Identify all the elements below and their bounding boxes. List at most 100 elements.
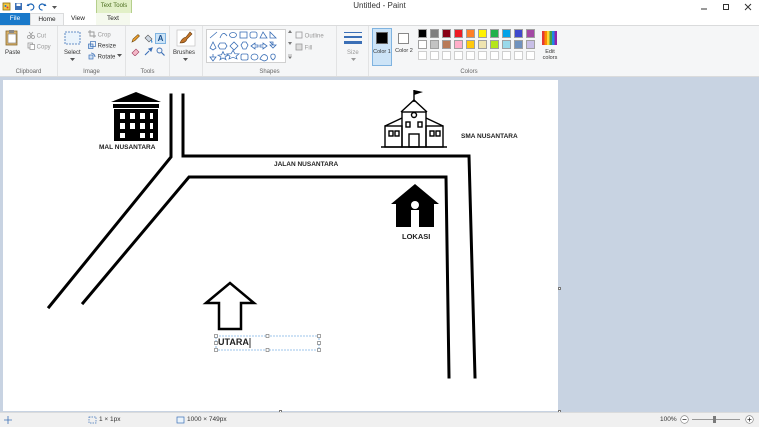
palette-swatch[interactable] — [478, 29, 487, 38]
palette-swatch[interactable] — [454, 40, 463, 49]
palette-swatch[interactable] — [466, 40, 475, 49]
eraser-tool[interactable] — [131, 47, 140, 58]
tab-file[interactable]: File — [0, 13, 30, 25]
palette-swatch[interactable] — [526, 29, 535, 38]
palette-swatch[interactable] — [502, 29, 511, 38]
zoom-level: 100% — [660, 416, 677, 423]
palette-swatch[interactable] — [454, 29, 463, 38]
zoom-out-button[interactable] — [680, 415, 689, 426]
close-button[interactable] — [737, 0, 759, 13]
tab-text[interactable]: Text — [96, 13, 130, 25]
road-line-outer — [181, 93, 477, 379]
outline-button[interactable]: Outline — [295, 31, 324, 41]
zoom-in-button[interactable] — [745, 415, 754, 426]
copy-icon — [27, 42, 35, 52]
brushes-dropdown-icon[interactable] — [183, 58, 188, 64]
text-tool[interactable]: A — [155, 33, 166, 44]
edit-colors-label[interactable]: Edit colors — [539, 49, 561, 61]
palette-swatch[interactable] — [478, 51, 487, 60]
size-label[interactable]: Size — [347, 50, 359, 56]
palette-swatch[interactable] — [466, 29, 475, 38]
palette-swatch[interactable] — [430, 29, 439, 38]
color1-button[interactable]: Color 1 — [372, 28, 392, 66]
brushes-button[interactable] — [176, 29, 196, 49]
shapes-scroll-down[interactable] — [288, 42, 292, 48]
size-button[interactable] — [344, 31, 362, 49]
select-dropdown-icon[interactable] — [70, 58, 75, 64]
drawing-canvas[interactable]: MAL NUSANTARA SMA NUSANTARA JALAN NUSANT… — [3, 80, 558, 411]
palette-swatch[interactable] — [442, 29, 451, 38]
maximize-button[interactable] — [715, 0, 737, 13]
palette-swatch[interactable] — [490, 40, 499, 49]
canvas-resize-handle-right[interactable] — [558, 287, 561, 290]
palette-swatch[interactable] — [502, 51, 511, 60]
eraser-icon — [131, 48, 140, 57]
palette-swatch[interactable] — [502, 40, 511, 49]
shapes-gallery[interactable] — [206, 29, 286, 63]
palette-swatch[interactable] — [526, 40, 535, 49]
copy-label: Copy — [36, 44, 51, 51]
palette-swatch[interactable] — [442, 51, 451, 60]
image-group: Select Crop Resize Rotate Image — [58, 26, 126, 76]
clipboard-group-label: Clipboard — [15, 69, 42, 75]
north-arrow-icon — [202, 281, 258, 331]
select-label[interactable]: Select — [64, 50, 81, 56]
palette-swatch[interactable] — [466, 51, 475, 60]
palette-swatch[interactable] — [490, 29, 499, 38]
tab-home[interactable]: Home — [30, 13, 64, 25]
shapes-scroll-up[interactable] — [288, 30, 292, 36]
copy-button[interactable]: Copy — [27, 42, 51, 52]
paste-icon — [5, 30, 18, 46]
zoom-slider[interactable] — [692, 419, 740, 420]
palette-swatch[interactable] — [514, 29, 523, 38]
resize-button[interactable]: Resize — [88, 41, 116, 51]
line-size-icon — [344, 32, 362, 44]
palette-swatch[interactable] — [418, 51, 427, 60]
paste-button[interactable] — [5, 29, 19, 49]
image-group-label: Image — [83, 69, 100, 75]
select-button[interactable] — [64, 31, 81, 47]
palette-swatch[interactable] — [454, 51, 463, 60]
size-dropdown-icon[interactable] — [351, 58, 356, 64]
paste-label[interactable]: Paste — [5, 50, 20, 56]
outline-label: Outline — [304, 33, 324, 40]
color2-button[interactable]: Color 2 — [395, 28, 413, 66]
colors-group: Color 1 Color 2 Edit colors Colors — [369, 26, 569, 76]
crop-button[interactable]: Crop — [88, 30, 111, 40]
north-label[interactable]: UTARA — [218, 337, 249, 347]
palette-swatch[interactable] — [442, 40, 451, 49]
tools-group-label: Tools — [140, 69, 155, 75]
selection-size-icon — [88, 416, 97, 426]
palette-swatch[interactable] — [514, 40, 523, 49]
ribbon-tabs: File Home View Text — [0, 13, 759, 25]
palette-swatch[interactable] — [418, 29, 427, 38]
shapes-group: Outline Fill Shapes — [203, 26, 337, 76]
minimize-button[interactable] — [693, 0, 715, 13]
edit-colors-button[interactable] — [541, 30, 557, 48]
rotate-icon — [88, 52, 96, 62]
eyedropper-icon — [144, 47, 153, 56]
tab-view[interactable]: View — [66, 13, 90, 25]
brushes-label[interactable]: Brushes — [173, 50, 195, 56]
pencil-tool[interactable] — [131, 34, 140, 45]
palette-swatch[interactable] — [430, 51, 439, 60]
color-picker-tool[interactable] — [144, 47, 153, 58]
shapes-expand[interactable] — [288, 54, 292, 62]
palette-swatch[interactable] — [430, 40, 439, 49]
palette-swatch[interactable] — [514, 51, 523, 60]
resize-label: Resize — [97, 43, 117, 50]
palette-swatch[interactable] — [418, 40, 427, 49]
palette-swatch[interactable] — [490, 51, 499, 60]
rotate-button[interactable]: Rotate — [88, 52, 123, 62]
road-label: JALAN NUSANTARA — [274, 161, 339, 168]
palette-swatch[interactable] — [526, 51, 535, 60]
zoom-slider-thumb[interactable] — [713, 416, 716, 423]
magnifier-icon — [156, 47, 165, 56]
cut-button[interactable]: Cut — [27, 31, 46, 41]
palette-swatch[interactable] — [478, 40, 487, 49]
color2-label: Color 2 — [395, 48, 413, 54]
fill-button[interactable]: Fill — [295, 43, 312, 53]
fill-tool[interactable] — [144, 34, 153, 45]
magnifier-tool[interactable] — [156, 47, 165, 58]
school-label: SMA NUSANTARA — [461, 133, 518, 140]
